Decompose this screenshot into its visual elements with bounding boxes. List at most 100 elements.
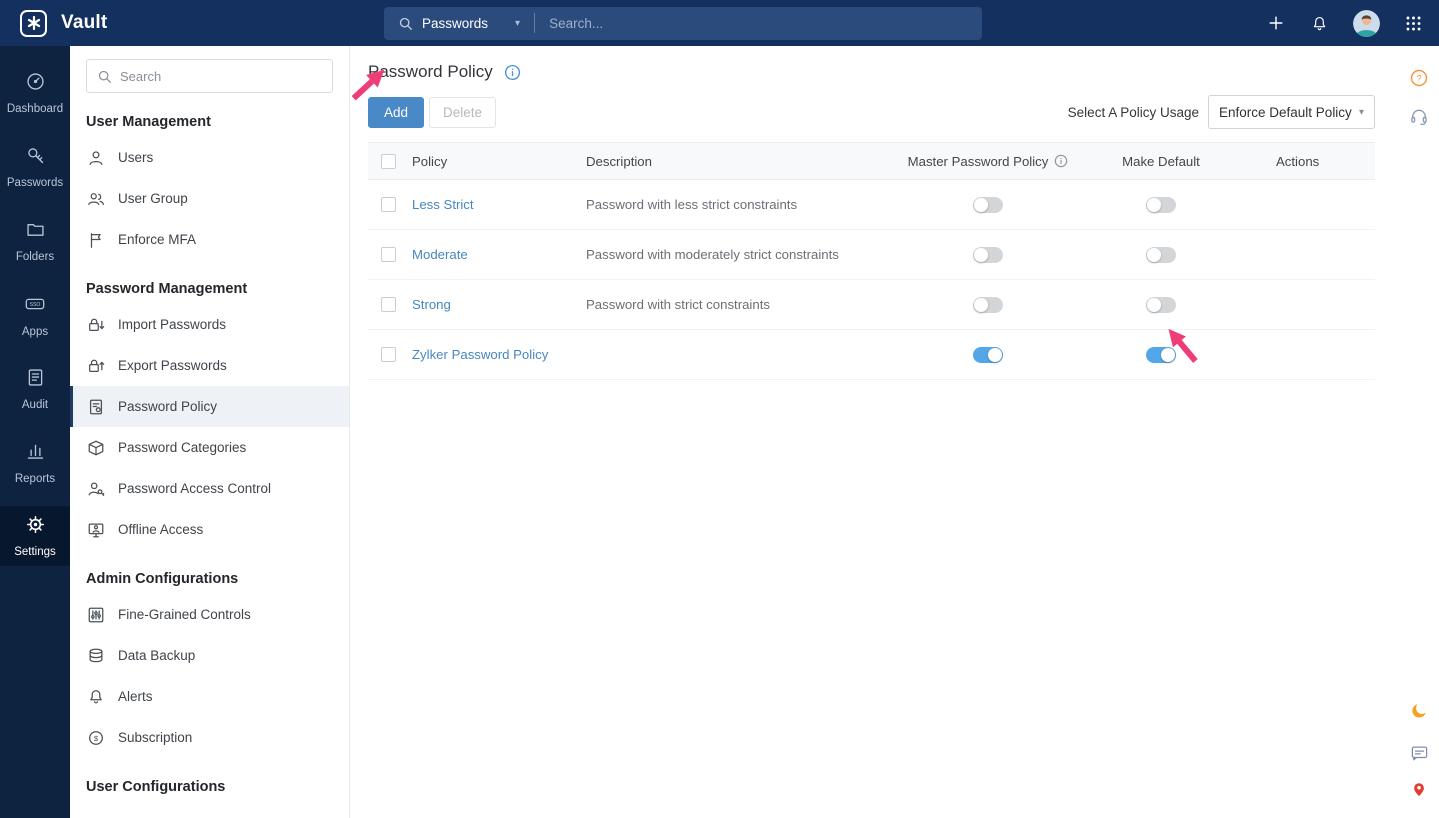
select-all-checkbox[interactable] <box>381 153 396 169</box>
policy-link[interactable]: Less Strict <box>412 197 474 212</box>
rail-item-folders[interactable]: Folders <box>0 204 70 278</box>
sidebar-item-alerts[interactable]: Alerts <box>70 676 349 717</box>
sidebar-item-label: Password Categories <box>118 440 247 455</box>
user-icon <box>87 149 105 167</box>
sidebar-search-input[interactable] <box>120 68 322 84</box>
sidebar-search <box>86 59 333 93</box>
rail-item-passwords[interactable]: Passwords <box>0 130 70 204</box>
master-policy-toggle[interactable] <box>973 246 1003 263</box>
policy-description: Password with moderately strict constrai… <box>586 247 839 262</box>
page-info-icon[interactable] <box>504 64 521 81</box>
dashboard-icon <box>25 71 46 97</box>
master-policy-toggle[interactable] <box>973 346 1003 363</box>
row-checkbox[interactable] <box>381 347 396 362</box>
make-default-toggle[interactable] <box>1146 246 1176 263</box>
sidebar-item-label: Fine-Grained Controls <box>118 607 251 622</box>
right-utility-strip: ? <box>1399 46 1439 818</box>
key-icon <box>25 145 46 171</box>
column-header-policy: Policy <box>412 153 448 169</box>
rail-label: Dashboard <box>6 103 64 115</box>
column-header-description: Description <box>586 153 652 169</box>
sidebar-item-label: User Group <box>118 191 188 206</box>
policy-description: Password with strict constraints <box>586 297 770 312</box>
sidebar-item-password-policy[interactable]: Password Policy <box>70 386 349 427</box>
rail-item-reports[interactable]: Reports <box>0 426 70 500</box>
rail-item-settings[interactable]: Settings <box>0 506 70 566</box>
row-checkbox[interactable] <box>381 297 396 312</box>
policy-usage-dropdown[interactable]: Enforce Default Policy ▾ <box>1208 95 1375 129</box>
chevron-down-icon: ▾ <box>1358 106 1364 118</box>
policy-usage-value: Enforce Default Policy <box>1219 104 1352 120</box>
table-row: Strong Password with strict constraints <box>368 280 1375 330</box>
location-pin-icon[interactable] <box>1410 780 1428 798</box>
sidebar-item-password-access-control[interactable]: Password Access Control <box>70 468 349 509</box>
policy-link[interactable]: Zylker Password Policy <box>412 347 548 362</box>
search-scope-dropdown[interactable]: Passwords ▾ <box>384 7 534 40</box>
column-header-actions: Actions <box>1276 153 1320 169</box>
categories-icon <box>87 439 105 457</box>
row-checkbox[interactable] <box>381 197 396 212</box>
policy-link[interactable]: Strong <box>412 297 451 312</box>
offline-access-icon <box>87 521 105 539</box>
policy-usage-label: Select A Policy Usage <box>1067 104 1199 120</box>
sidebar-item-users[interactable]: Users <box>70 137 349 178</box>
delete-button[interactable]: Delete <box>429 96 497 128</box>
master-policy-info-icon[interactable] <box>1054 154 1068 168</box>
night-mode-moon-icon[interactable] <box>1410 701 1429 720</box>
make-default-toggle[interactable] <box>1146 196 1176 213</box>
feedback-chat-icon[interactable] <box>1410 744 1429 763</box>
master-policy-toggle[interactable] <box>973 196 1003 213</box>
vault-logo-icon[interactable] <box>20 9 47 37</box>
sidebar-item-password-categories[interactable]: Password Categories <box>70 427 349 468</box>
sidebar-item-label: Alerts <box>118 689 153 704</box>
alert-bell-icon <box>87 688 105 706</box>
user-avatar[interactable] <box>1353 9 1380 37</box>
make-default-toggle[interactable] <box>1146 296 1176 313</box>
row-checkbox[interactable] <box>381 247 396 262</box>
section-title-user-configurations: User Configurations <box>86 779 226 795</box>
sidebar-item-import-passwords[interactable]: Import Passwords <box>70 304 349 345</box>
help-icon[interactable]: ? <box>1409 68 1429 88</box>
column-header-make-default: Make Default <box>1122 153 1200 169</box>
topbar-actions <box>1266 9 1439 37</box>
apps-grid-icon[interactable] <box>1404 14 1423 33</box>
policy-link[interactable]: Moderate <box>412 247 468 262</box>
section-title-user-management: User Management <box>86 114 211 130</box>
sidebar-item-fine-grained-controls[interactable]: Fine-Grained Controls <box>70 594 349 635</box>
rail-label: Passwords <box>6 177 64 189</box>
support-headset-icon[interactable] <box>1409 107 1429 127</box>
app-name: Vault <box>61 12 108 33</box>
notifications-bell-icon[interactable] <box>1310 14 1329 33</box>
gear-icon <box>25 514 46 540</box>
search-icon <box>398 16 413 31</box>
sidebar-item-label: Offline Access <box>118 522 204 537</box>
sidebar-item-subscription[interactable]: $ Subscription <box>70 717 349 758</box>
rail-item-dashboard[interactable]: Dashboard <box>0 56 70 130</box>
section-title-password-management: Password Management <box>86 281 248 297</box>
add-button[interactable]: Add <box>368 96 425 128</box>
sidebar-item-user-group[interactable]: User Group <box>70 178 349 219</box>
sidebar-item-label: Subscription <box>118 730 193 745</box>
sidebar-item-export-passwords[interactable]: Export Passwords <box>70 345 349 386</box>
master-policy-toggle[interactable] <box>973 296 1003 313</box>
sidebar-item-enforce-mfa[interactable]: Enforce MFA <box>70 219 349 260</box>
global-search-input[interactable] <box>535 15 982 31</box>
sidebar-item-data-backup[interactable]: Data Backup <box>70 635 349 676</box>
sidebar-item-label: Data Backup <box>118 648 196 663</box>
lock-export-icon <box>87 357 105 375</box>
backup-icon <box>87 647 105 665</box>
rail-item-audit[interactable]: Audit <box>0 352 70 426</box>
rail-item-apps[interactable]: SSO Apps <box>0 278 70 352</box>
rail-label: Reports <box>14 473 56 485</box>
sidebar-item-label: Users <box>118 150 154 165</box>
sso-icon: SSO <box>24 293 46 320</box>
sidebar-item-offline-access[interactable]: Offline Access <box>70 509 349 550</box>
controls-icon <box>87 606 105 624</box>
settings-sidebar: User Management Users User Group Enforce… <box>70 46 350 818</box>
chevron-down-icon: ▾ <box>515 17 521 29</box>
logo-area: Vault <box>0 9 350 37</box>
audit-icon <box>25 367 46 393</box>
add-new-icon[interactable] <box>1266 13 1286 33</box>
subscription-icon: $ <box>87 729 105 747</box>
sidebar-item-label: Export Passwords <box>118 358 227 373</box>
